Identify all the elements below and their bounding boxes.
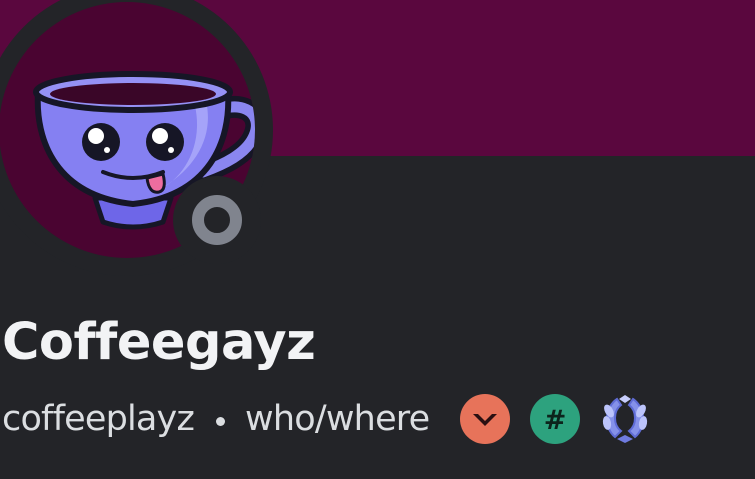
orange-chevron-badge-icon[interactable] xyxy=(459,393,511,445)
username[interactable]: coffeeplayz xyxy=(2,394,195,444)
pronouns: who/where xyxy=(245,399,430,439)
svg-text:#: # xyxy=(544,405,567,436)
separator-dot xyxy=(216,416,226,426)
username-row: coffeeplayz who/where # xyxy=(2,394,651,444)
green-hashtag-badge-icon[interactable]: # xyxy=(529,393,581,445)
offline-status-icon xyxy=(192,195,242,245)
status-indicator xyxy=(173,176,261,264)
badge-list: # xyxy=(459,393,651,445)
display-name: Coffeegayz xyxy=(2,313,316,372)
laurel-wreath-badge-icon[interactable] xyxy=(599,393,651,445)
user-profile-card: Coffeegayz coffeeplayz who/where # xyxy=(0,0,755,479)
